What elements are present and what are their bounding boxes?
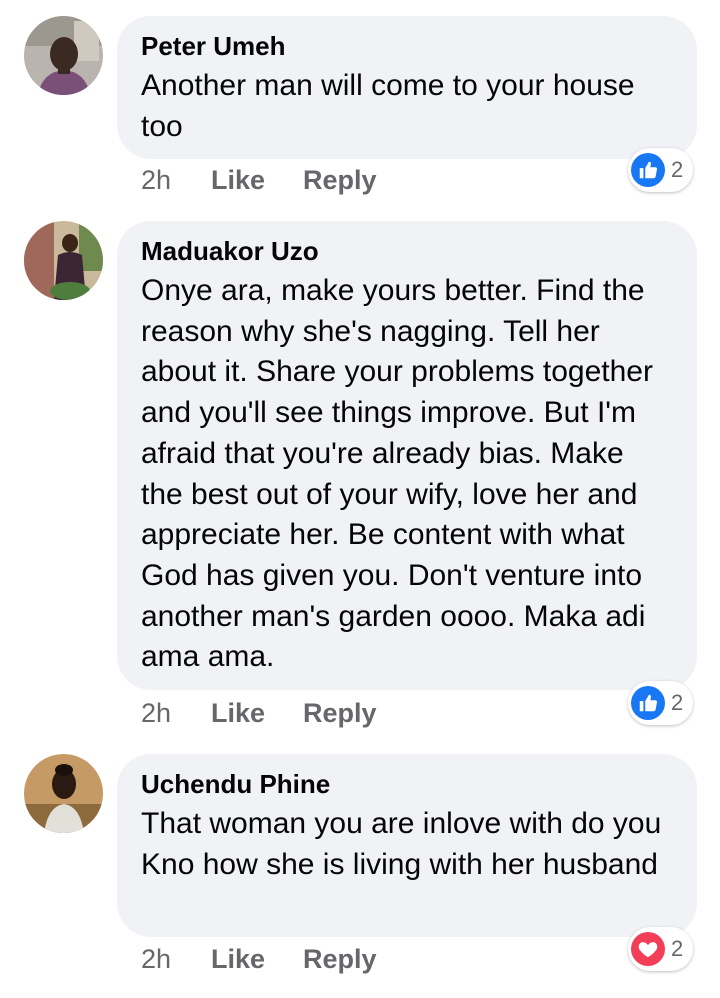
reply-button[interactable]: Reply	[303, 943, 377, 975]
reaction-summary[interactable]: 2	[628, 681, 694, 725]
comment-actions: 2h Like Reply	[141, 697, 377, 729]
comment-text: Another man will come to your house too	[141, 69, 643, 143]
comment-timestamp[interactable]: 2h	[141, 943, 211, 975]
avatar-image	[24, 16, 103, 95]
comment-text: Onye ara, make yours better. Find the re…	[141, 274, 662, 674]
comment-bubble: Uchendu Phine That woman you are inlove …	[117, 754, 697, 937]
comment-actions: 2h Like Reply	[141, 943, 377, 975]
like-icon	[631, 153, 665, 187]
reaction-count: 2	[671, 936, 684, 961]
comment-timestamp[interactable]: 2h	[141, 697, 211, 729]
comment-author[interactable]: Uchendu Phine	[141, 768, 673, 800]
avatar[interactable]	[24, 16, 103, 95]
comment-bubble: Peter Umeh Another man will come to your…	[117, 16, 697, 159]
reply-button[interactable]: Reply	[303, 697, 377, 729]
reaction-summary[interactable]: 2	[628, 148, 694, 192]
comment-actions: 2h Like Reply	[141, 164, 377, 196]
avatar-image	[24, 754, 103, 833]
like-button[interactable]: Like	[211, 943, 303, 975]
comment-bubble: Maduakor Uzo Onye ara, make yours better…	[117, 221, 697, 690]
like-icon	[631, 686, 665, 720]
reaction-count: 2	[671, 157, 684, 182]
comments-feed: Peter Umeh Another man will come to your…	[0, 0, 720, 998]
comment-author[interactable]: Peter Umeh	[141, 30, 673, 62]
like-button[interactable]: Like	[211, 164, 303, 196]
avatar[interactable]	[24, 221, 103, 300]
reaction-count: 2	[671, 690, 684, 715]
comment-author[interactable]: Maduakor Uzo	[141, 235, 673, 267]
comment-text: That woman you are inlove with do you Kn…	[141, 807, 670, 881]
avatar[interactable]	[24, 754, 103, 833]
like-button[interactable]: Like	[211, 697, 303, 729]
reaction-summary[interactable]: 2	[628, 927, 694, 971]
avatar-image	[24, 221, 103, 300]
love-icon	[631, 932, 665, 966]
comment-timestamp[interactable]: 2h	[141, 164, 211, 196]
reply-button[interactable]: Reply	[303, 164, 377, 196]
